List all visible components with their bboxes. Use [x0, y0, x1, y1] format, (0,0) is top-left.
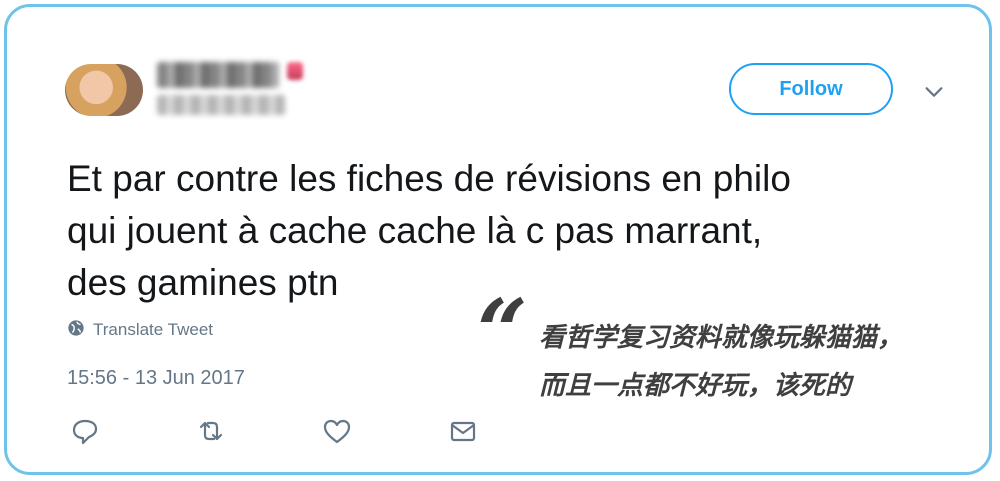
display-name-blurred[interactable]: [157, 62, 279, 88]
reply-icon[interactable]: [69, 415, 101, 447]
tweet-text-line: qui jouent à cache cache là c pas marran…: [67, 210, 763, 251]
globe-icon: [67, 319, 85, 342]
tweet-text-line: Et par contre les fiches de révisions en…: [67, 158, 791, 199]
chinese-translation: 看哲学复习资料就像玩躲猫猫， 而且一点都不好玩，该死的: [539, 313, 903, 409]
like-icon[interactable]: [321, 415, 353, 447]
action-bar: [67, 415, 487, 449]
translation-line: 看哲学复习资料就像玩躲猫猫，: [539, 322, 904, 352]
follow-button[interactable]: Follow: [729, 63, 893, 115]
chevron-down-icon[interactable]: [923, 81, 945, 103]
timestamp[interactable]: 15:56 - 13 Jun 2017: [67, 367, 245, 390]
quote-mark: “: [477, 279, 528, 383]
message-icon[interactable]: [447, 415, 479, 447]
avatar[interactable]: [65, 64, 143, 116]
badge-blurred: [287, 62, 303, 80]
tweet-card: Follow Et par contre les fiches de révis…: [4, 4, 992, 475]
retweet-icon[interactable]: [195, 415, 227, 447]
translation-line: 而且一点都不好玩，该死的: [539, 370, 852, 400]
translate-tweet-link[interactable]: Translate Tweet: [67, 319, 213, 341]
handle-blurred[interactable]: [157, 95, 285, 115]
translate-tweet-label: Translate Tweet: [93, 320, 214, 339]
